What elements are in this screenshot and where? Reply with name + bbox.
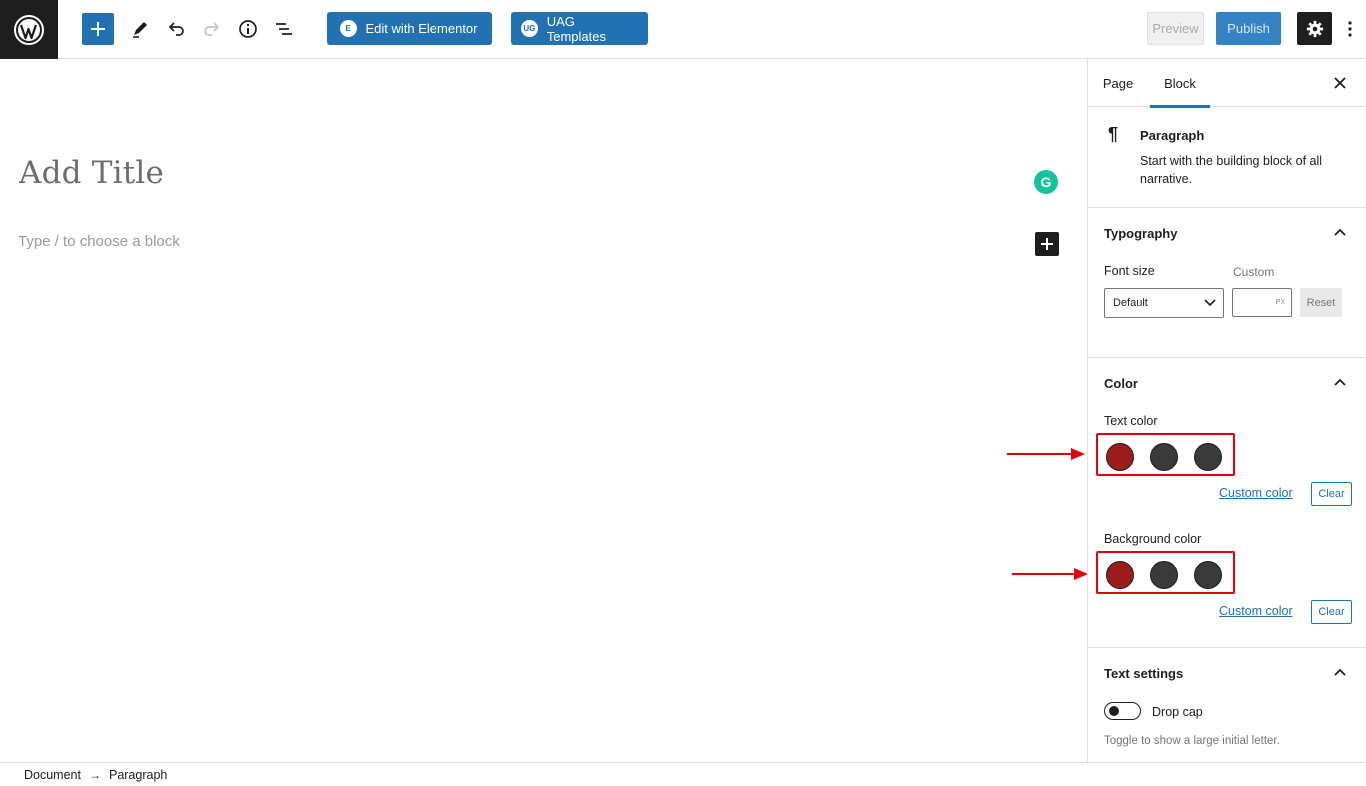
gear-icon [1306, 20, 1323, 37]
panel-divider [1088, 647, 1366, 648]
block-description: Start with the building block of all nar… [1140, 154, 1323, 186]
breadcrumb: Document → Paragraph [0, 762, 1366, 786]
color-swatch[interactable] [1194, 443, 1222, 471]
font-size-select[interactable]: Default [1104, 288, 1224, 318]
custom-font-size-input[interactable]: PX [1232, 288, 1292, 317]
color-swatch[interactable] [1150, 443, 1178, 471]
breadcrumb-paragraph: Paragraph [108, 767, 168, 782]
annotation-arrow [1012, 568, 1088, 580]
annotation-arrow [1007, 448, 1085, 460]
undo-button[interactable] [161, 14, 191, 44]
color-swatch[interactable] [1106, 561, 1134, 589]
text-custom-color-link[interactable]: Custom color [1219, 486, 1293, 500]
text-color-clear-button[interactable]: Clear [1311, 482, 1352, 506]
text-settings-panel-title[interactable]: Text settings [1104, 666, 1183, 681]
background-color-label: Background color [1104, 532, 1202, 546]
undo-icon [168, 22, 184, 36]
block-card: ¶ Paragraph Start with the building bloc… [1088, 107, 1366, 208]
redo-button[interactable] [197, 14, 227, 44]
chevron-down-icon [1204, 299, 1216, 307]
tab-page[interactable]: Page [1090, 59, 1146, 107]
preview-button[interactable]: Preview [1147, 12, 1204, 45]
grammarly-icon[interactable]: G [1034, 170, 1058, 194]
tab-block[interactable]: Block [1150, 59, 1210, 108]
drop-cap-label: Drop cap [1152, 705, 1203, 719]
font-size-label: Font size [1104, 264, 1155, 278]
plus-icon [1041, 238, 1053, 250]
sidebar-tabs: Page Block [1088, 59, 1366, 108]
publish-button[interactable]: Publish [1216, 12, 1281, 45]
font-size-select-value: Default [1113, 297, 1148, 309]
list-view-button[interactable] [269, 14, 299, 44]
add-block-button[interactable] [82, 13, 114, 45]
plus-icon [91, 22, 105, 36]
close-icon [1334, 77, 1346, 89]
drop-cap-toggle[interactable] [1104, 702, 1141, 720]
color-swatch[interactable] [1150, 561, 1178, 589]
typography-panel-title[interactable]: Typography [1104, 226, 1177, 241]
color-panel-title[interactable]: Color [1104, 376, 1138, 391]
post-title-input[interactable]: Add Title [19, 155, 164, 191]
pencil-icon [133, 22, 147, 38]
background-custom-color-link[interactable]: Custom color [1219, 604, 1293, 618]
chevron-up-icon[interactable] [1332, 665, 1348, 681]
more-options-button[interactable] [1340, 14, 1360, 44]
block-title: Paragraph [1140, 128, 1205, 143]
background-color-clear-button[interactable]: Clear [1311, 600, 1352, 624]
wordpress-logo-icon[interactable] [0, 0, 58, 59]
settings-sidebar: Page Block ¶ Paragraph Start with the bu… [1087, 59, 1366, 762]
more-vertical-icon [1348, 21, 1352, 37]
drop-cap-help: Toggle to show a large initial letter. [1104, 735, 1280, 747]
elementor-icon: E [339, 20, 357, 37]
breadcrumb-separator: → [88, 767, 101, 782]
panel-divider [1088, 357, 1366, 358]
close-sidebar-button[interactable] [1328, 71, 1352, 95]
background-color-palette [1096, 551, 1235, 594]
paragraph-icon: ¶ [1108, 124, 1119, 144]
uag-icon: UG [521, 20, 538, 37]
color-swatch[interactable] [1194, 561, 1222, 589]
info-icon [239, 20, 257, 38]
details-button[interactable] [233, 14, 263, 44]
toggle-knob [1109, 706, 1119, 716]
top-toolbar: E Edit with Elementor UG UAG Templates P… [0, 0, 1366, 59]
block-appender-input[interactable]: Type / to choose a block [18, 233, 180, 250]
text-color-label: Text color [1104, 414, 1158, 428]
color-swatch[interactable] [1106, 443, 1134, 471]
uag-label: UAG Templates [546, 13, 606, 44]
list-view-icon [276, 23, 292, 35]
chevron-up-icon[interactable] [1332, 375, 1348, 391]
uag-templates-button[interactable]: UG UAG Templates [511, 12, 648, 45]
reset-button[interactable]: Reset [1300, 288, 1342, 317]
text-color-palette [1096, 433, 1235, 476]
inline-add-block-button[interactable] [1035, 232, 1059, 256]
settings-button[interactable] [1297, 12, 1332, 45]
unit-label: PX [1275, 299, 1285, 306]
edit-with-elementor-button[interactable]: E Edit with Elementor [327, 12, 492, 45]
redo-icon [204, 22, 220, 36]
elementor-label: Edit with Elementor [365, 21, 478, 36]
tools-button[interactable] [125, 14, 155, 44]
custom-size-label: Custom [1233, 265, 1275, 279]
breadcrumb-document[interactable]: Document [24, 768, 81, 782]
chevron-up-icon[interactable] [1332, 225, 1348, 241]
